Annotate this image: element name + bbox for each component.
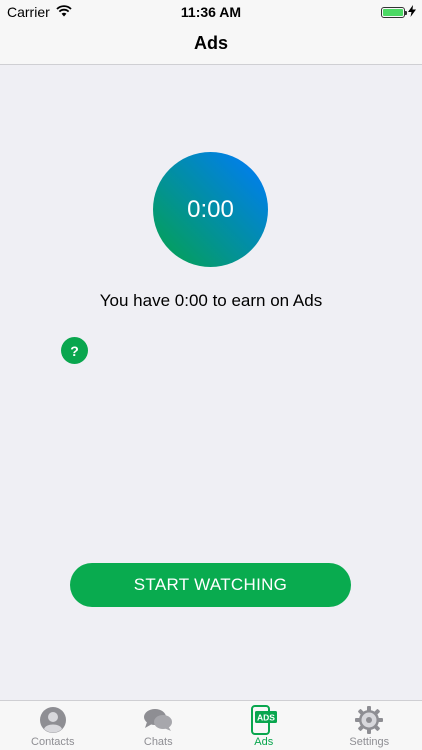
settings-icon	[354, 706, 384, 734]
ads-icon: ADS	[249, 705, 279, 735]
tab-label-settings: Settings	[349, 736, 390, 748]
chats-icon	[143, 706, 173, 734]
svg-text:ADS: ADS	[257, 713, 275, 723]
page-title: Ads	[193, 33, 228, 53]
timer-value: 0:00	[187, 195, 234, 223]
tab-label-chats: Chats	[143, 736, 173, 748]
status-right	[381, 4, 416, 20]
contacts-icon	[38, 706, 68, 734]
tab-settings[interactable]: Settings	[317, 701, 422, 750]
timer-circle: 0:00	[153, 152, 268, 267]
nav-bar: Ads	[0, 22, 422, 65]
tab-bar: Contacts Chats ADS Ads Settings	[0, 700, 422, 750]
status-bar: Carrier 11:36 AM	[0, 0, 422, 22]
help-icon: ?	[70, 342, 79, 359]
status-time: 11:36 AM	[180, 4, 242, 20]
tab-ads[interactable]: ADS Ads	[211, 701, 317, 750]
charging-bolt-icon	[408, 4, 416, 20]
help-button[interactable]: ?	[61, 337, 88, 364]
tab-chats[interactable]: Chats	[106, 701, 212, 750]
tab-label-contacts: Contacts	[31, 736, 75, 748]
earn-info-text: You have 0:00 to earn on Ads	[99, 291, 323, 310]
tab-contacts[interactable]: Contacts	[0, 701, 106, 750]
start-watching-button[interactable]: START WATCHING	[70, 563, 351, 607]
tab-label-ads: Ads	[254, 736, 274, 748]
battery-icon	[381, 6, 407, 18]
